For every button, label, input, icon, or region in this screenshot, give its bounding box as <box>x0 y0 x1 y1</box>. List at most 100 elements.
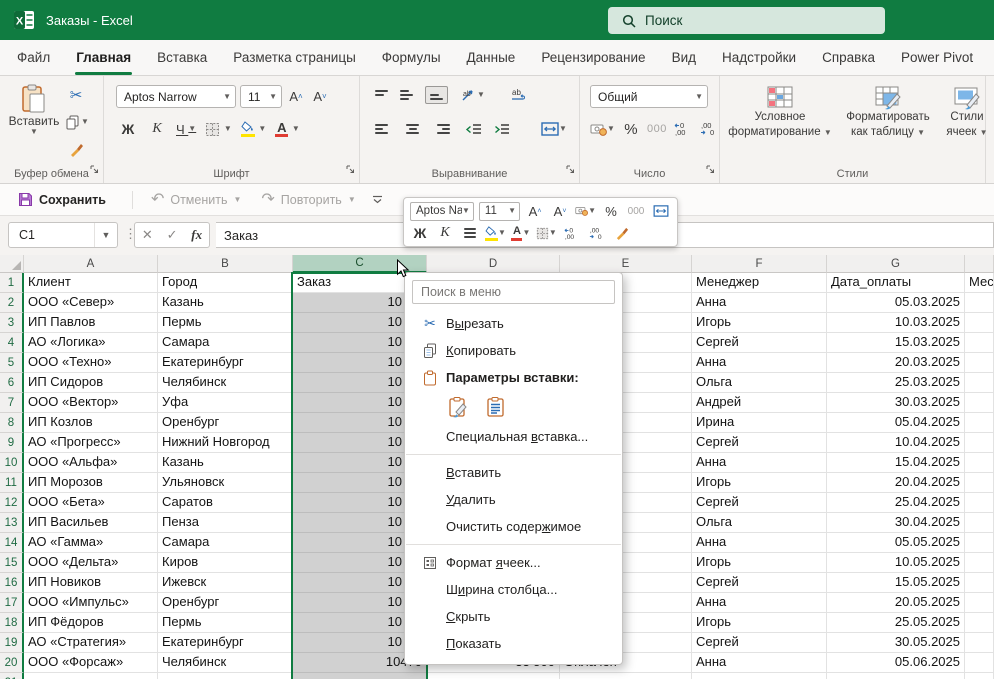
fill-color-button[interactable]: ▼ <box>241 118 267 140</box>
mini-merge-button[interactable] <box>651 200 671 222</box>
cell-H21[interactable] <box>965 673 994 679</box>
menu-item[interactable]: Очистить содержимое <box>405 513 622 540</box>
align-top-icon[interactable] <box>375 90 388 100</box>
increase-decimal-button[interactable]: ,000 <box>673 118 693 140</box>
cell-G5[interactable]: 20.03.2025 <box>827 353 965 373</box>
cell-F18[interactable]: Игорь <box>692 613 827 633</box>
tab-файл[interactable]: Файл <box>4 40 63 75</box>
cell-H15[interactable] <box>965 553 994 573</box>
row-header-13[interactable]: 13 <box>0 513 24 533</box>
row-header-14[interactable]: 14 <box>0 533 24 553</box>
column-header-h[interactable] <box>965 255 994 273</box>
cell-B9[interactable]: Нижний Новгород <box>158 433 293 453</box>
mini-format-painter-button[interactable] <box>612 222 632 244</box>
menu-item[interactable]: Специальная вставка... <box>405 423 622 450</box>
cell-A14[interactable]: АО «Гамма» <box>24 533 158 553</box>
number-format-select[interactable]: Общий▼ <box>590 85 708 108</box>
accounting-format-button[interactable]: ▼ <box>590 118 615 140</box>
cell-A20[interactable]: ООО «Форсаж» <box>24 653 158 673</box>
cell-B2[interactable]: Казань <box>158 293 293 313</box>
font-name-select[interactable]: Aptos Narrow▼ <box>116 85 236 108</box>
merge-center-button[interactable]: ▼ <box>541 118 567 140</box>
cell-F1[interactable]: Менеджер <box>692 273 827 293</box>
cell-G1[interactable]: Дата_оплаты <box>827 273 965 293</box>
tab-формулы[interactable]: Формулы <box>369 40 454 75</box>
cell-H4[interactable] <box>965 333 994 353</box>
cell-styles-button[interactable]: Стили ячеек ▼ <box>942 76 992 140</box>
cell-G13[interactable]: 30.04.2025 <box>827 513 965 533</box>
align-center-icon[interactable] <box>406 124 419 134</box>
cell-F14[interactable]: Анна <box>692 533 827 553</box>
cell-G4[interactable]: 15.03.2025 <box>827 333 965 353</box>
cell-B11[interactable]: Ульяновск <box>158 473 293 493</box>
cell-B3[interactable]: Пермь <box>158 313 293 333</box>
column-header-B[interactable]: B <box>158 255 293 273</box>
menu-search-input[interactable]: Поиск в меню <box>412 280 615 304</box>
cell-F13[interactable]: Ольга <box>692 513 827 533</box>
cell-B21[interactable] <box>158 673 293 679</box>
row-header-18[interactable]: 18 <box>0 613 24 633</box>
tab-справка[interactable]: Справка <box>809 40 888 75</box>
cell-B15[interactable]: Киров <box>158 553 293 573</box>
cell-C21[interactable] <box>293 673 427 679</box>
enter-button[interactable]: ✓ <box>167 227 178 243</box>
menu-item[interactable]: Показать <box>405 630 622 657</box>
cell-H7[interactable] <box>965 393 994 413</box>
cell-E21[interactable] <box>560 673 692 679</box>
column-header-A[interactable]: A <box>24 255 158 273</box>
name-box[interactable]: C1 ▼ <box>8 222 118 248</box>
shrink-font-button[interactable]: A˅ <box>310 86 330 108</box>
cell-B5[interactable]: Екатеринбург <box>158 353 293 373</box>
cell-B10[interactable]: Казань <box>158 453 293 473</box>
cell-G6[interactable]: 25.03.2025 <box>827 373 965 393</box>
column-header-F[interactable]: F <box>692 255 827 273</box>
cell-G15[interactable]: 10.05.2025 <box>827 553 965 573</box>
mini-grow-font-button[interactable]: A˄ <box>525 200 545 222</box>
cell-F20[interactable]: Анна <box>692 653 827 673</box>
cell-F15[interactable]: Игорь <box>692 553 827 573</box>
column-header-D[interactable]: D <box>427 255 560 273</box>
dialog-launcher-icon[interactable] <box>346 161 355 179</box>
cell-A21[interactable] <box>24 673 158 679</box>
cell-F2[interactable]: Анна <box>692 293 827 313</box>
insert-function-button[interactable]: fx <box>191 227 202 243</box>
cell-A7[interactable]: ООО «Вектор» <box>24 393 158 413</box>
cell-A10[interactable]: ООО «Альфа» <box>24 453 158 473</box>
cell-B1[interactable]: Город <box>158 273 293 293</box>
save-button[interactable]: Сохранить <box>10 187 114 213</box>
cell-H3[interactable] <box>965 313 994 333</box>
mini-italic-button[interactable]: К <box>435 222 455 244</box>
qat-customize-button[interactable] <box>368 187 387 213</box>
tab-главная[interactable]: Главная <box>63 40 144 75</box>
cell-H8[interactable] <box>965 413 994 433</box>
cell-F7[interactable]: Андрей <box>692 393 827 413</box>
row-header-4[interactable]: 4 <box>0 333 24 353</box>
row-header-5[interactable]: 5 <box>0 353 24 373</box>
mini-bold-button[interactable]: Ж <box>410 222 430 244</box>
cell-B4[interactable]: Самара <box>158 333 293 353</box>
row-header-16[interactable]: 16 <box>0 573 24 593</box>
cell-B14[interactable]: Самара <box>158 533 293 553</box>
percent-button[interactable]: % <box>621 118 641 140</box>
column-header-C[interactable]: C <box>293 255 427 273</box>
dialog-launcher-icon[interactable] <box>90 161 99 179</box>
align-middle-icon[interactable] <box>400 90 413 100</box>
cell-A9[interactable]: АО «Прогресс» <box>24 433 158 453</box>
cell-F4[interactable]: Сергей <box>692 333 827 353</box>
cell-G3[interactable]: 10.03.2025 <box>827 313 965 333</box>
cell-A17[interactable]: ООО «Импульс» <box>24 593 158 613</box>
mini-decrease-decimal-button[interactable]: ,000 <box>587 222 607 244</box>
cell-B16[interactable]: Ижевск <box>158 573 293 593</box>
mini-accounting-button[interactable]: ▼ <box>575 200 596 222</box>
cell-F19[interactable]: Сергей <box>692 633 827 653</box>
cell-A18[interactable]: ИП Фёдоров <box>24 613 158 633</box>
cell-H10[interactable] <box>965 453 994 473</box>
cell-A6[interactable]: ИП Сидоров <box>24 373 158 393</box>
cell-B7[interactable]: Уфа <box>158 393 293 413</box>
tab-вид[interactable]: Вид <box>659 40 709 75</box>
row-header-21[interactable]: 21 <box>0 673 24 679</box>
cell-B20[interactable]: Челябинск <box>158 653 293 673</box>
cell-H11[interactable] <box>965 473 994 493</box>
cell-A5[interactable]: ООО «Техно» <box>24 353 158 373</box>
cell-G21[interactable] <box>827 673 965 679</box>
